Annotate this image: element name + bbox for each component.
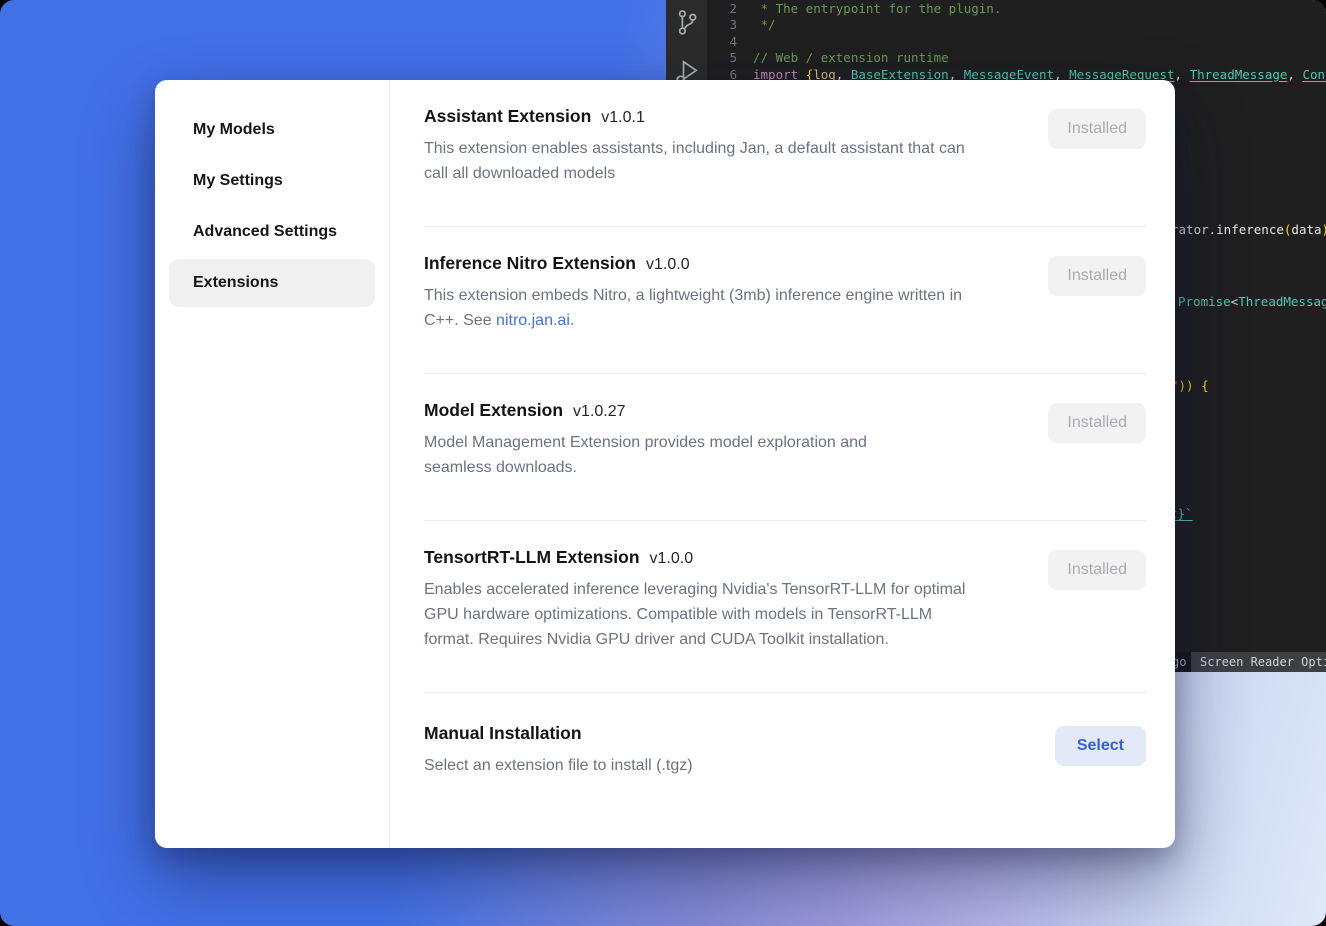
line-number: 2 (707, 1, 753, 17)
code-token: ThreadMessage (1190, 67, 1288, 82)
sidebar-item-label: My Settings (193, 172, 283, 190)
extension-description: Enables accelerated inference leveraging… (424, 577, 969, 652)
extension-row-inference-nitro: Inference Nitro Extension v1.0.0 This ex… (424, 227, 1146, 374)
code-token: )) { (1179, 378, 1209, 393)
code-token: )) (1322, 222, 1326, 237)
code-token: , (1175, 67, 1190, 82)
extension-name: Inference Nitro Extension (424, 253, 636, 274)
code-token: ThreadMessage (1238, 294, 1326, 309)
code-lines: 2 * The entrypoint for the plugin.3 */45… (707, 1, 1326, 83)
code-fragment: ")) { (1171, 378, 1209, 394)
extension-name: Assistant Extension (424, 106, 591, 127)
code-token: */ (753, 17, 776, 32)
extension-description: Model Management Extension provides mode… (424, 430, 904, 480)
extension-description: This extension enables assistants, inclu… (424, 136, 974, 186)
code-fragment: Promise<ThreadMessage> (1178, 294, 1326, 310)
sidebar-item-advanced-settings[interactable]: Advanced Settings (169, 208, 375, 256)
installed-button: Installed (1048, 550, 1146, 590)
installed-button: Installed (1048, 256, 1146, 296)
extension-version: v1.0.0 (646, 256, 690, 274)
sidebar-item-extensions[interactable]: Extensions (169, 259, 375, 307)
settings-modal: My Models My Settings Advanced Settings … (155, 80, 1175, 848)
extension-name: Model Extension (424, 400, 563, 421)
line-number: 3 (707, 17, 753, 33)
code-fragment: rator.inference(data)); (1171, 222, 1326, 238)
app-window: 2 * The entrypoint for the plugin.3 */45… (0, 0, 1326, 926)
line-number: 5 (707, 50, 753, 66)
sidebar-item-label: Extensions (193, 274, 278, 292)
extension-version: v1.0.27 (573, 403, 625, 421)
sidebar-item-my-models[interactable]: My Models (169, 106, 375, 154)
extension-row-assistant: Assistant Extension v1.0.1 This extensio… (424, 80, 1146, 227)
code-line: 4 (707, 34, 1326, 50)
code-token: * The entrypoint for the plugin. (753, 1, 1001, 16)
extensions-panel: Assistant Extension v1.0.1 This extensio… (390, 80, 1175, 848)
manual-installation-row: Manual Installation Select an extension … (424, 693, 1146, 778)
extension-name: TensortRT-LLM Extension (424, 547, 640, 568)
code-token: , (1287, 67, 1302, 82)
extension-row-tensorrt-llm: TensortRT-LLM Extension v1.0.0 Enables a… (424, 521, 1146, 693)
extension-row-model: Model Extension v1.0.27 Model Management… (424, 374, 1146, 521)
extension-description: This extension embeds Nitro, a lightweig… (424, 283, 974, 333)
extension-version: v1.0.1 (601, 109, 645, 127)
source-control-icon[interactable] (673, 8, 701, 38)
code-line: 3 */ (707, 17, 1326, 33)
code-token: // Web / extension runtime (753, 50, 949, 65)
sidebar-item-my-settings[interactable]: My Settings (169, 157, 375, 205)
code-token: ContentType (1302, 67, 1326, 82)
extension-version: v1.0.0 (650, 550, 694, 568)
installed-button: Installed (1048, 109, 1146, 149)
sidebar-item-label: My Models (193, 121, 275, 139)
select-file-button[interactable]: Select (1055, 726, 1146, 766)
sidebar-item-label: Advanced Settings (193, 223, 337, 241)
code-token: data (1291, 222, 1321, 237)
manual-installation-description: Select an extension file to install (.tg… (424, 753, 693, 778)
nitro-jan-ai-link[interactable]: nitro.jan.ai. (496, 312, 574, 329)
code-token: Promise (1178, 294, 1231, 309)
code-token: rator. (1171, 222, 1216, 237)
manual-installation-title: Manual Installation (424, 723, 582, 744)
code-line: 2 * The entrypoint for the plugin. (707, 1, 1326, 17)
code-token: inference (1216, 222, 1284, 237)
code-line: 5// Web / extension runtime (707, 50, 1326, 66)
settings-sidebar: My Models My Settings Advanced Settings … (155, 80, 390, 848)
installed-button: Installed (1048, 403, 1146, 443)
line-number: 4 (707, 34, 753, 50)
screen-reader-badge[interactable]: Screen Reader Optimized (1191, 652, 1326, 672)
